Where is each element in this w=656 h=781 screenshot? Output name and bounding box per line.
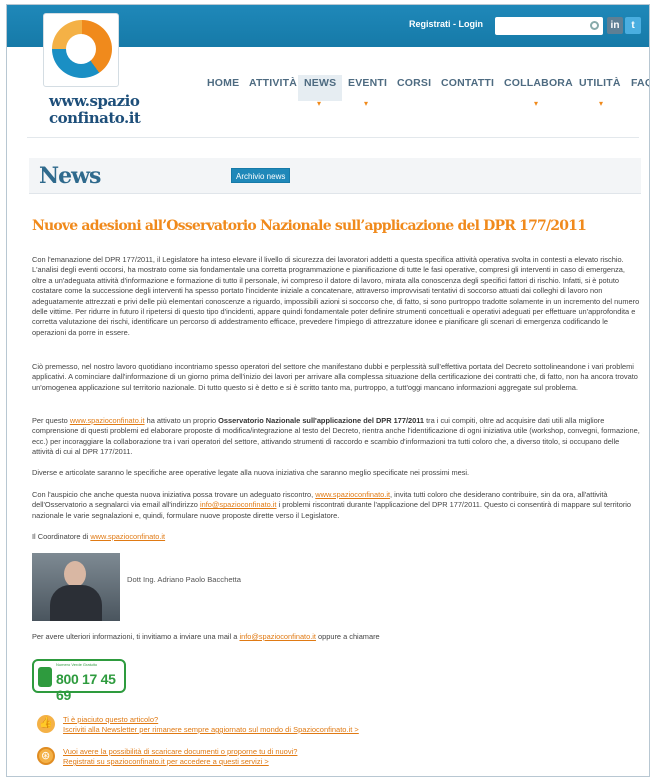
chevron-down-icon: ▾	[317, 99, 322, 108]
article-paragraph-1: Con l'emanazione del DPR 177/2011, il Le…	[32, 255, 640, 337]
twitter-icon[interactable]: t	[625, 17, 641, 34]
email-link[interactable]: info@spazioconfinato.it	[200, 500, 277, 509]
register-login-link[interactable]: Registrati - Login	[409, 19, 483, 29]
chevron-down-icon: ▾	[364, 99, 369, 108]
news-header: News Archivio news	[29, 158, 641, 194]
contact-line: Per avere ulteriori informazioni, ti inv…	[32, 632, 380, 641]
nav-item-home[interactable]: HOME	[205, 77, 241, 89]
nav-item-news[interactable]: NEWS	[298, 75, 343, 101]
nav-item-contatti[interactable]: CONTATTI	[439, 77, 496, 89]
article-paragraph-2: Ciò premesso, nel nostro lavoro quotidia…	[32, 362, 638, 392]
newsletter-link[interactable]: Ti è piaciuto questo articolo? Iscriviti…	[63, 715, 359, 735]
search-input[interactable]	[495, 17, 603, 35]
email-link[interactable]: info@spazioconfinato.it	[239, 632, 316, 641]
author-name: Dott Ing. Adriano Paolo Bacchetta	[127, 575, 241, 584]
toll-free-label: Numero Verde Gratuito	[56, 662, 98, 667]
thumbs-up-icon	[37, 715, 55, 733]
phone-icon	[38, 667, 52, 687]
article-paragraph-3: Per questo www.spazioconfinato.it ha att…	[32, 416, 640, 457]
register-link[interactable]: Vuoi avere la possibilità di scaricare d…	[63, 747, 297, 767]
article-title: Nuove adesioni all’Osservatorio Nazional…	[32, 218, 587, 234]
logo-text-line2[interactable]: confinato.it	[49, 109, 141, 127]
article-paragraph-5: Con l'auspicio che anche questa nuova in…	[32, 490, 632, 520]
chevron-down-icon: ▾	[599, 99, 604, 108]
linkedin-icon[interactable]: in	[607, 17, 623, 34]
main-nav: HOME ATTIVITÀ NEWS ▾ EVENTI ▾ CORSI CONT…	[7, 75, 649, 108]
page-title: News	[39, 163, 101, 189]
logo[interactable]	[43, 13, 119, 87]
site-link[interactable]: www.spazioconfinato.it	[315, 490, 390, 499]
nav-item-attivita[interactable]: ATTIVITÀ	[247, 77, 299, 89]
article-paragraph-4: Diverse e articolate saranno le specific…	[32, 468, 470, 477]
page-frame: Registrati - Login in t www.spazio confi…	[6, 4, 650, 777]
nav-item-eventi[interactable]: EVENTI	[346, 77, 389, 89]
nav-item-utilita[interactable]: UTILITÀ	[577, 77, 623, 89]
download-icon	[37, 747, 55, 765]
nav-item-corsi[interactable]: CORSI	[395, 77, 433, 89]
divider	[27, 137, 639, 138]
nav-item-collabora[interactable]: COLLABORA	[502, 77, 575, 89]
phone-number[interactable]: 800 17 45 69	[56, 671, 124, 703]
site-link[interactable]: www.spazioconfinato.it	[90, 532, 165, 541]
search-icon[interactable]	[590, 21, 599, 30]
author-photo	[32, 553, 120, 621]
chevron-down-icon: ▾	[534, 99, 539, 108]
nav-item-faq[interactable]: FAQ	[629, 77, 649, 89]
coordinator-line: Il Coordinatore di www.spazioconfinato.i…	[32, 532, 166, 541]
archive-news-button[interactable]: Archivio news	[231, 168, 291, 183]
toll-free-badge[interactable]: Numero Verde Gratuito 800 17 45 69	[32, 659, 126, 703]
site-link[interactable]: www.spazioconfinato.it	[70, 416, 145, 425]
